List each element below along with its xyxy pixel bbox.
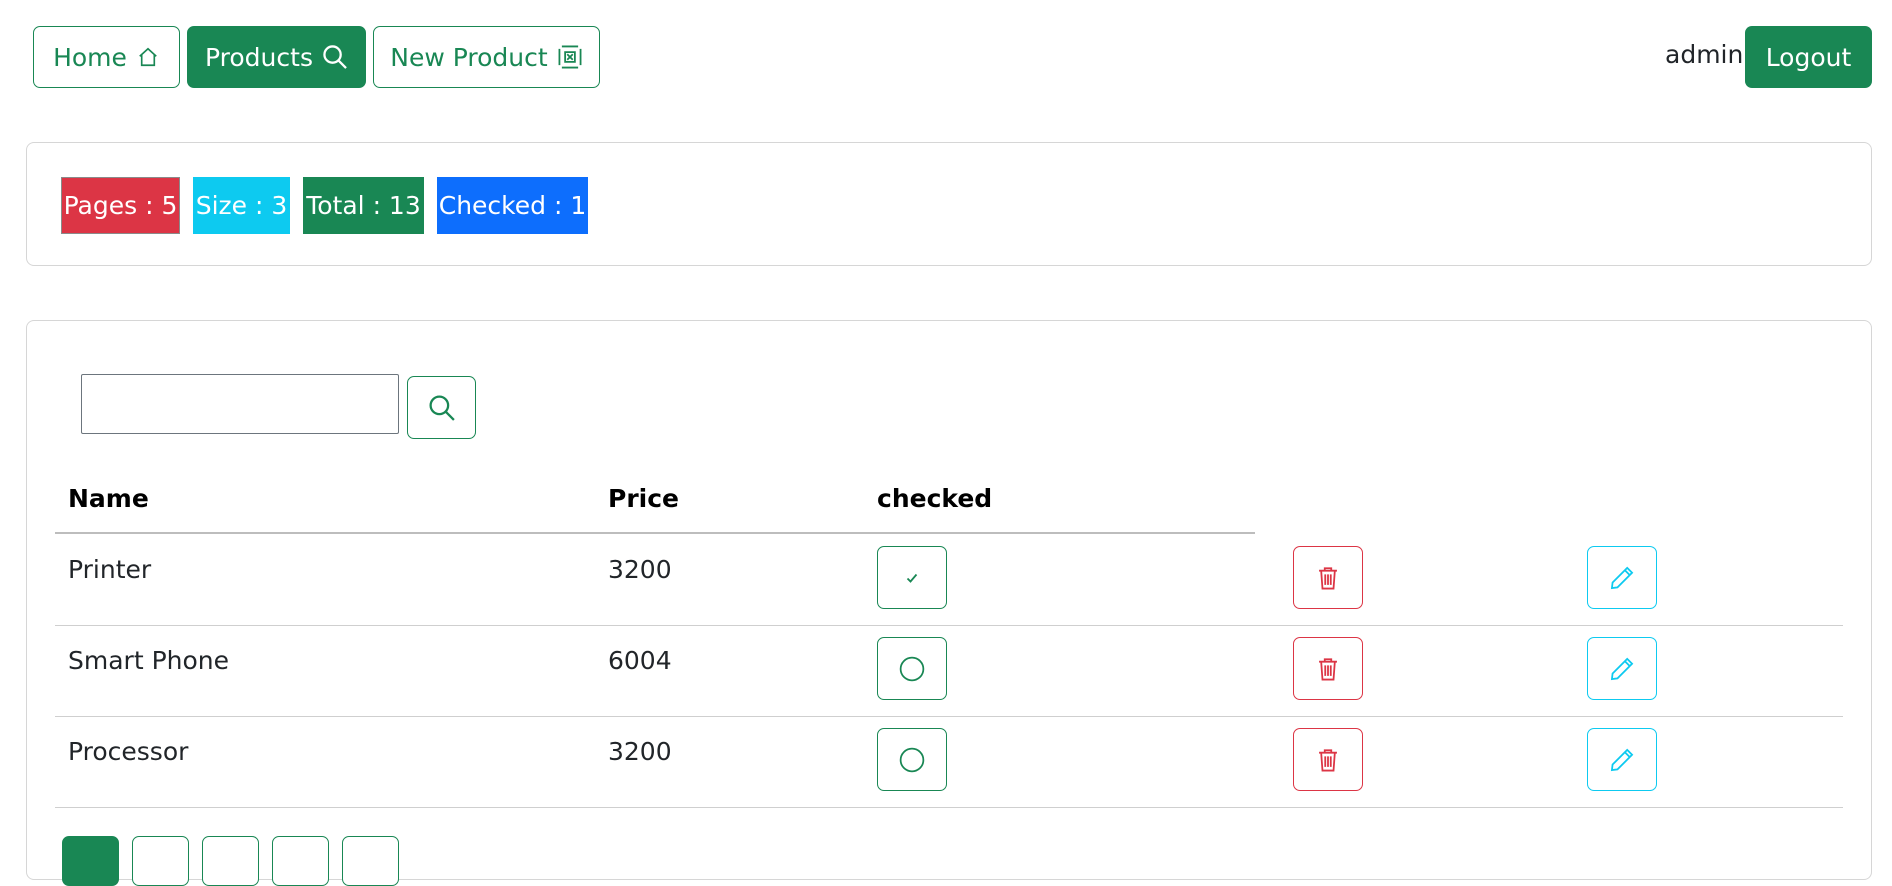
- page-button-4[interactable]: [272, 836, 329, 886]
- edit-button[interactable]: [1587, 546, 1657, 609]
- product-name: Processor: [68, 737, 189, 766]
- pencil-icon: [1610, 566, 1634, 589]
- table-row: Processor 3200: [55, 716, 1843, 808]
- search-icon: [428, 394, 455, 421]
- products-button[interactable]: Products: [187, 26, 366, 88]
- page-button-5[interactable]: [342, 836, 399, 886]
- circle-icon: [899, 656, 925, 681]
- pages-badge: Pages : 5: [61, 177, 180, 234]
- logout-button[interactable]: Logout: [1745, 26, 1872, 88]
- product-price: 6004: [608, 646, 672, 675]
- home-button-label: Home: [53, 42, 127, 72]
- product-price: 3200: [608, 737, 672, 766]
- new-product-button-label: New Product: [390, 42, 548, 72]
- products-button-label: Products: [205, 42, 313, 72]
- edit-button[interactable]: [1587, 637, 1657, 700]
- delete-button[interactable]: [1293, 728, 1363, 791]
- total-badge: Total : 13: [303, 177, 424, 234]
- house-icon: [139, 47, 157, 67]
- size-badge: Size : 3: [193, 177, 290, 234]
- column-header-name: Name: [68, 484, 149, 513]
- column-header-checked: checked: [877, 484, 993, 513]
- product-name: Smart Phone: [68, 646, 230, 675]
- home-button[interactable]: Home: [33, 26, 180, 88]
- page-button-3[interactable]: [202, 836, 259, 886]
- table-row: Printer 3200: [55, 534, 1843, 626]
- page-button-2[interactable]: [132, 836, 189, 886]
- products-card: Name Price checked Printer 3200 Smart Ph…: [26, 320, 1872, 886]
- search-button[interactable]: [407, 376, 476, 439]
- page-button-1[interactable]: [62, 836, 119, 886]
- delete-button[interactable]: [1293, 546, 1363, 609]
- edit-button[interactable]: [1587, 728, 1657, 791]
- checked-badge: Checked : 1: [437, 177, 588, 234]
- trash-icon: [1319, 657, 1337, 680]
- delete-button[interactable]: [1293, 637, 1363, 700]
- trash-icon: [1319, 748, 1337, 771]
- toggle-checked-button[interactable]: [877, 546, 947, 609]
- product-name: Printer: [68, 555, 152, 584]
- stats-card: Pages : 5 Size : 3 Total : 13 Checked : …: [26, 142, 1872, 266]
- toggle-checked-button[interactable]: [877, 637, 947, 700]
- toggle-checked-button[interactable]: [877, 728, 947, 791]
- new-product-icon: [558, 45, 582, 69]
- column-header-price: Price: [608, 484, 679, 513]
- check-icon: [906, 573, 918, 583]
- trash-icon: [1319, 566, 1337, 589]
- product-price: 3200: [608, 555, 672, 584]
- pencil-icon: [1610, 657, 1634, 680]
- pencil-icon: [1610, 748, 1634, 771]
- current-user: admin: [1665, 40, 1744, 69]
- circle-icon: [899, 747, 925, 772]
- new-product-button[interactable]: New Product: [373, 26, 600, 88]
- table-row: Smart Phone 6004: [55, 625, 1843, 717]
- search-icon: [323, 45, 347, 69]
- search-input[interactable]: [81, 374, 399, 434]
